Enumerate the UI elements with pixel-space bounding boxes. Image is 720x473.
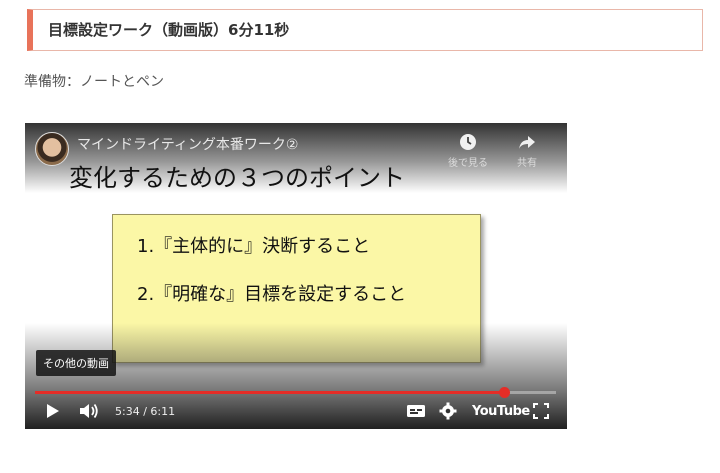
progress-thumb[interactable] xyxy=(498,387,510,398)
volume-icon[interactable] xyxy=(78,402,100,420)
watch-later-label: 後で見る xyxy=(448,158,488,169)
clock-icon xyxy=(460,134,476,150)
slide-point-2: 2.『明確な』目標を設定すること xyxy=(137,284,407,305)
time-display: 5:34 / 6:11 xyxy=(115,405,176,418)
slide-point-1: 1.『主体的に』決断すること xyxy=(137,236,371,257)
channel-avatar[interactable] xyxy=(35,132,69,166)
share-label: 共有 xyxy=(517,158,537,169)
video-slide-title: 変化するための３つのポイント xyxy=(69,164,405,192)
youtube-logo[interactable]: YouTube xyxy=(472,404,530,419)
captions-icon[interactable] xyxy=(406,402,426,420)
watch-later-button[interactable]: 後で見る xyxy=(443,133,493,169)
fullscreen-icon[interactable] xyxy=(532,402,550,420)
play-icon[interactable] xyxy=(45,402,61,420)
video-channel-title[interactable]: マインドライティング本番ワーク② xyxy=(77,134,298,154)
section-heading-box: 目標設定ワーク（動画版）6分11秒 xyxy=(27,9,703,51)
video-player[interactable]: マインドライティング本番ワーク② 変化するための３つのポイント 後で見る 共有 … xyxy=(25,123,567,429)
settings-icon[interactable] xyxy=(439,402,457,420)
progress-bar[interactable] xyxy=(35,387,556,398)
preparation-text: 準備物：ノートとペン xyxy=(24,74,164,90)
share-icon xyxy=(519,136,535,149)
more-videos-button[interactable]: その他の動画 xyxy=(36,350,116,376)
progress-fill xyxy=(35,391,504,394)
share-button[interactable]: 共有 xyxy=(502,133,552,169)
section-heading: 目標設定ワーク（動画版）6分11秒 xyxy=(48,21,290,39)
